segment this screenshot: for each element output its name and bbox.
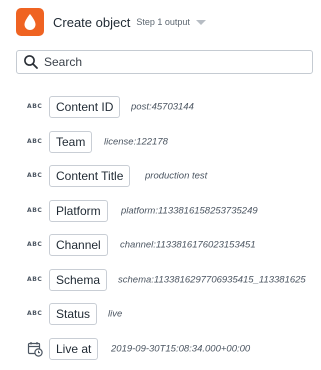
field-chip-team[interactable]: Team: [49, 130, 93, 153]
text-type-badge: ABC: [27, 241, 43, 249]
field-row-team: ABC Team license:122178: [0, 125, 321, 160]
field-row-status: ABC Status live: [0, 297, 321, 332]
search-input[interactable]: [44, 55, 294, 69]
field-row-content-id: ABC Content ID post:45703144: [0, 90, 321, 125]
field-value: schema:1133816297706935415_113381625: [118, 274, 306, 286]
field-chip-platform[interactable]: Platform: [49, 199, 108, 222]
step-subtitle: Step 1 output: [136, 17, 190, 27]
text-type-badge: ABC: [27, 206, 43, 214]
step-header: Create object Step 1 output: [16, 8, 321, 36]
field-row-schema: ABC Schema schema:1133816297706935415_11…: [0, 263, 321, 298]
field-chip-content-title[interactable]: Content Title: [49, 165, 131, 188]
field-value: live: [108, 308, 123, 320]
field-value: license:122178: [104, 136, 168, 148]
field-value: production test: [145, 170, 208, 182]
field-chip-live-at[interactable]: Live at: [49, 337, 99, 360]
text-type-badge: ABC: [27, 172, 43, 180]
field-chip-status[interactable]: Status: [49, 303, 98, 326]
field-list: ABC Content ID post:45703144 ABC Team li…: [0, 90, 321, 366]
field-chip-schema[interactable]: Schema: [49, 268, 108, 291]
field-row-channel: ABC Channel channel:1133816176023153451: [0, 228, 321, 263]
chevron-down-icon[interactable]: [195, 20, 206, 25]
search-box[interactable]: [16, 50, 313, 74]
create-object-panel: Create object Step 1 output ABC Content …: [0, 0, 321, 370]
text-type-badge: ABC: [27, 103, 43, 111]
field-chip-channel[interactable]: Channel: [49, 234, 108, 257]
text-type-badge: ABC: [27, 310, 43, 318]
field-row-live-at: Live at 2019-09-30T15:08:34.000+00:00: [0, 332, 321, 367]
field-value: 2019-09-30T15:08:34.000+00:00: [111, 343, 251, 355]
field-value: platform:1133816158253735249: [121, 205, 258, 217]
field-value: channel:1133816176023153451: [120, 239, 256, 251]
step-title: Create object: [53, 14, 131, 30]
calendar-clock-icon: [27, 341, 43, 357]
field-row-content-title: ABC Content Title production test: [0, 159, 321, 194]
field-chip-content-id[interactable]: Content ID: [49, 96, 121, 119]
text-type-badge: ABC: [27, 275, 43, 283]
text-type-badge: ABC: [27, 137, 43, 145]
field-value: post:45703144: [131, 101, 194, 113]
field-row-platform: ABC Platform platform:113381615825373524…: [0, 194, 321, 229]
search-icon: [24, 55, 38, 69]
droplet-icon: [16, 8, 44, 36]
